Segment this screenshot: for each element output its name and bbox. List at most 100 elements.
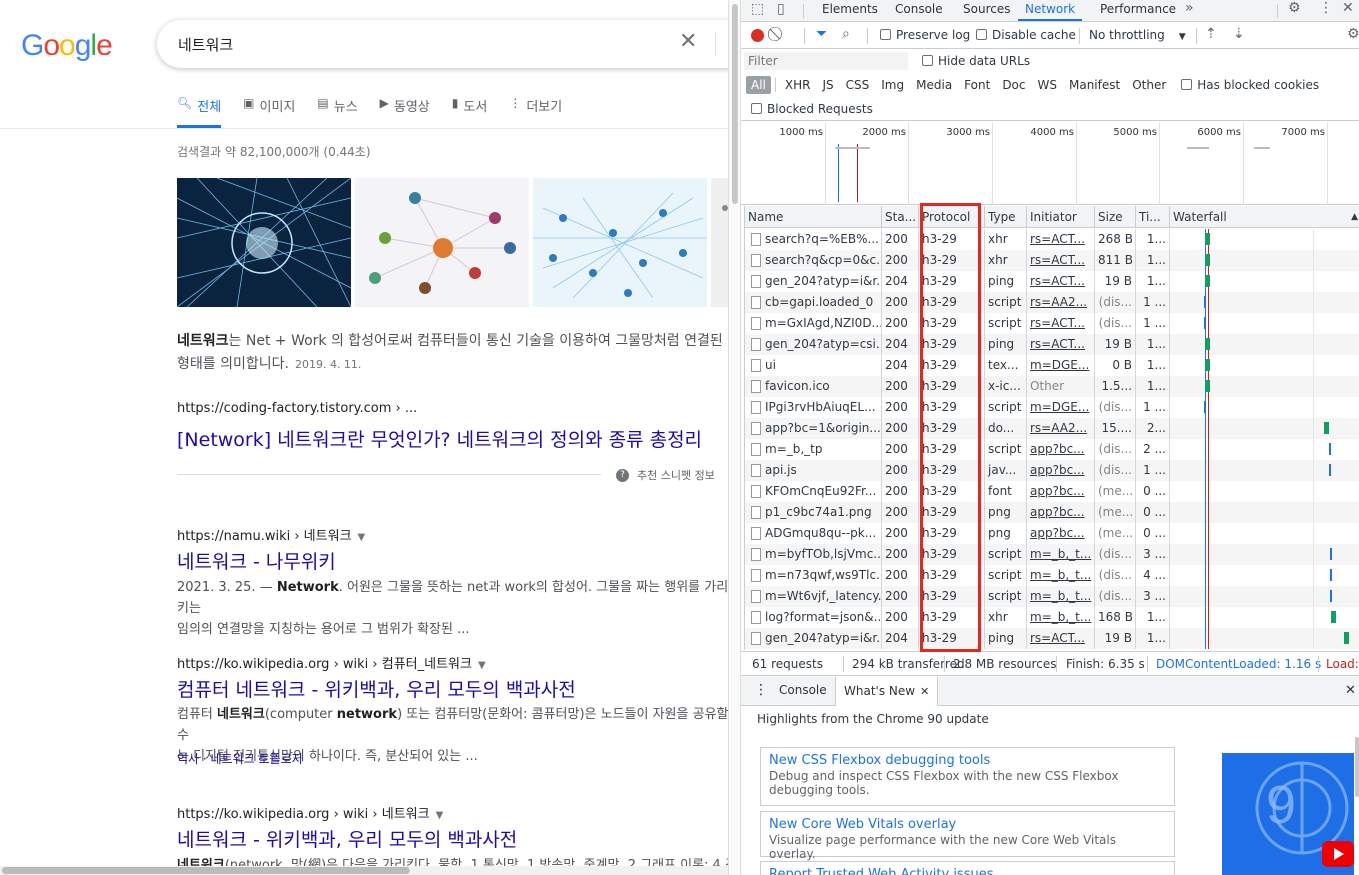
cell-initiator[interactable]: app?bc... (1027, 460, 1095, 481)
more-tabs-icon[interactable]: » (1185, 0, 1194, 16)
whats-new-card[interactable]: Report Trusted Web Activity issues (760, 861, 1175, 875)
checkbox-box[interactable] (880, 29, 891, 40)
cell-waterfall[interactable] (1170, 607, 1359, 628)
blocked-requests-checkbox[interactable]: Blocked Requests (751, 102, 873, 116)
cell-initiator[interactable]: rs=ACT... (1027, 313, 1095, 334)
cell-initiator[interactable]: m=_b,_t... (1027, 607, 1095, 628)
kebab-menu-icon[interactable]: ⋮ (1319, 0, 1333, 16)
tab-performance[interactable]: Performance (1098, 0, 1178, 21)
result-title-link[interactable]: 네트워크 - 위키백과, 우리 모두의 백과사전 (177, 825, 517, 852)
whats-new-card[interactable]: New Core Web Vitals overlay Visualize pa… (760, 811, 1175, 861)
cell-name[interactable]: api.js (745, 460, 882, 481)
col-status[interactable]: Sta... (882, 206, 919, 228)
google-logo[interactable]: Google (21, 29, 113, 63)
cell-initiator[interactable]: rs=AA2... (1027, 292, 1095, 313)
cell-initiator[interactable]: m=_b,_t... (1027, 565, 1095, 586)
cell-name[interactable]: cb=gapi.loaded_0 (745, 292, 882, 313)
horizontal-scrollbar[interactable] (0, 866, 728, 875)
filter-manifest[interactable]: Manifest (1064, 76, 1125, 94)
drawer-tab-whats-new[interactable]: What's New ✕ (835, 677, 939, 706)
result-sublinks[interactable]: 역사 · 네트워크 토폴로지 (177, 750, 303, 767)
device-toolbar-icon[interactable]: ▯ (777, 1, 785, 17)
tab-sources[interactable]: Sources (961, 0, 1012, 21)
filter-icon[interactable]: ⏷ (816, 26, 827, 42)
tab-books[interactable]: ▮ 도서 (452, 96, 488, 128)
cell-initiator[interactable]: app?bc... (1027, 523, 1095, 544)
table-row[interactable]: gen_204?atyp=i&r... 204 h3-29 ping rs=ACT...… (745, 271, 1359, 292)
filter-js[interactable]: JS (817, 76, 838, 94)
cell-initiator[interactable]: rs=ACT... (1027, 250, 1095, 271)
cell-name[interactable]: m=_b,_tp (745, 439, 882, 460)
record-icon[interactable] (751, 29, 764, 42)
chevron-down-icon[interactable]: ▼ (436, 810, 444, 821)
tab-videos[interactable]: ▶ 동영상 (380, 96, 430, 128)
cell-name[interactable]: gen_204?atyp=i&r... (745, 271, 882, 292)
filter-doc[interactable]: Doc (997, 76, 1030, 94)
drawer-menu-icon[interactable]: ⋮ (754, 682, 768, 698)
cell-name[interactable]: search?q=%EB%... (745, 229, 882, 250)
cell-waterfall[interactable] (1170, 544, 1359, 565)
filter-font[interactable]: Font (959, 76, 995, 94)
whats-new-card[interactable]: New CSS Flexbox debugging tools Debug an… (760, 747, 1175, 806)
search-box[interactable]: 네트워크 ✕ (157, 20, 728, 68)
export-har-icon[interactable]: ⇣ (1233, 26, 1245, 42)
cell-initiator[interactable]: m=_b,_t... (1027, 586, 1095, 607)
cell-initiator[interactable]: Other (1027, 376, 1095, 397)
filter-media[interactable]: Media (911, 76, 957, 94)
cell-waterfall[interactable] (1170, 313, 1359, 334)
table-row[interactable]: m=_b,_tp 200 h3-29 script app?bc... (dis... 2 … (745, 439, 1359, 460)
col-time[interactable]: Ti... (1136, 206, 1170, 228)
cell-initiator[interactable]: rs=ACT... (1027, 334, 1095, 355)
cell-name[interactable]: log?format=json&... (745, 607, 882, 628)
network-settings-icon[interactable]: ⚙ (1347, 26, 1359, 42)
col-waterfall[interactable]: Waterfall ▲ (1170, 206, 1359, 228)
vertical-scrollbar[interactable] (728, 0, 741, 875)
filter-input[interactable]: Filter (744, 52, 908, 70)
cell-initiator[interactable]: rs=ACT... (1027, 628, 1095, 649)
close-devtools-icon[interactable]: ✕ (1342, 0, 1354, 16)
checkbox-box[interactable] (1181, 79, 1193, 90)
table-row[interactable]: KFOmCnqEu92Fr... 200 h3-29 font app?bc... (me… (745, 481, 1359, 502)
filter-other[interactable]: Other (1127, 76, 1171, 94)
col-initiator[interactable]: Initiator (1027, 206, 1095, 228)
cell-waterfall[interactable] (1170, 439, 1359, 460)
cell-waterfall[interactable] (1170, 502, 1359, 523)
cell-waterfall[interactable] (1170, 376, 1359, 397)
drawer-scrollbar[interactable] (1355, 737, 1359, 797)
network-image-1[interactable] (177, 178, 351, 307)
filter-ws[interactable]: WS (1033, 76, 1062, 94)
table-row[interactable]: gen_204?atyp=csi... 204 h3-29 ping rs=ACT...… (745, 334, 1359, 355)
cell-waterfall[interactable] (1170, 418, 1359, 439)
cell-name[interactable]: ADGmqu8qu--pk... (745, 523, 882, 544)
drawer-tab-console[interactable]: Console (779, 683, 827, 697)
table-row[interactable]: search?q=%EB%... 200 h3-29 xhr rs=ACT... 268 … (745, 229, 1359, 250)
cell-name[interactable]: gen_204?atyp=i&r... (745, 628, 882, 649)
tab-network[interactable]: Network (1018, 0, 1083, 21)
filter-img[interactable]: Img (876, 76, 909, 94)
clear-search-icon[interactable]: ✕ (679, 29, 697, 54)
tab-more[interactable]: ⋮ 더보기 (509, 96, 562, 128)
search-icon[interactable]: ⌕ (842, 26, 850, 42)
table-row[interactable]: ui 204 h3-29 tex... m=DGE... 0 B 1... (745, 355, 1359, 376)
gear-icon[interactable]: ⚙ (1288, 0, 1301, 16)
network-image-2[interactable] (355, 178, 529, 307)
cell-waterfall[interactable] (1170, 271, 1359, 292)
whats-new-video-thumbnail[interactable]: 9 (1222, 753, 1354, 875)
table-row[interactable]: api.js 200 h3-29 jav... app?bc... (dis... 1 ..… (745, 460, 1359, 481)
search-input[interactable]: 네트워크 (178, 34, 233, 55)
col-type[interactable]: Type (985, 206, 1027, 228)
table-row[interactable]: p1_c9bc74a1.png 200 h3-29 png app?bc... (me..… (745, 502, 1359, 523)
checkbox-box[interactable] (976, 29, 987, 40)
snippet-feedback[interactable]: ? 추천 스니펫 정보 (616, 467, 715, 483)
cell-waterfall[interactable] (1170, 355, 1359, 376)
hide-data-urls-checkbox[interactable]: Hide data URLs (922, 54, 1030, 68)
table-row[interactable]: m=Wt6vjf,_latency... 200 h3-29 script m=_b,_… (745, 586, 1359, 607)
col-protocol[interactable]: Protocol (919, 206, 985, 228)
cell-name[interactable]: IPgi3rvHbAiuqEL... (745, 397, 882, 418)
cell-initiator[interactable]: rs=ACT... (1027, 271, 1095, 292)
checkbox-box[interactable] (751, 103, 762, 114)
cell-initiator[interactable]: app?bc... (1027, 502, 1095, 523)
checkbox-box[interactable] (922, 55, 933, 66)
table-row[interactable]: app?bc=1&origin... 200 h3-29 do... rs=AA2...… (745, 418, 1359, 439)
col-size[interactable]: Size (1095, 206, 1136, 228)
